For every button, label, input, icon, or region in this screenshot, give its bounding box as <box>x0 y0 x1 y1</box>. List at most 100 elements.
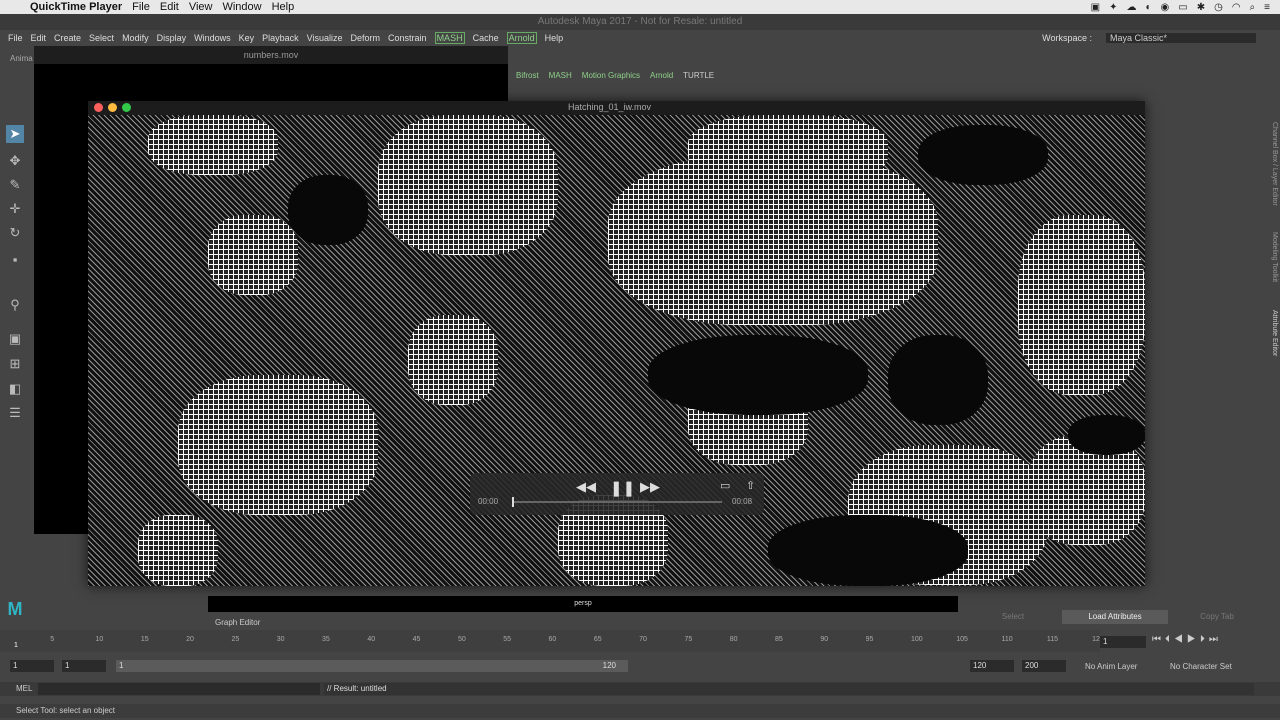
hatch-blob <box>378 115 558 255</box>
select-tool-icon[interactable]: ➤ <box>6 125 24 143</box>
shelf-tab-mash[interactable]: MASH <box>549 71 572 80</box>
outliner-icon[interactable]: ☰ <box>6 404 24 422</box>
paint-tool-icon[interactable]: ✎ <box>6 176 24 194</box>
scrub-handle[interactable] <box>512 497 514 507</box>
current-frame-field[interactable]: 1 <box>1100 636 1146 648</box>
playback-controller: ◀◀ ❚❚ ▶▶ ▭ ⇧ 00:00 00:08 <box>470 473 764 515</box>
hatch-blob <box>138 515 218 586</box>
timeline-tick-label: 30 <box>276 636 285 643</box>
side-tab-attribute-editor[interactable]: Attribute Editor <box>1271 310 1278 356</box>
app-menu[interactable]: QuickTime Player <box>30 1 122 13</box>
maya-menu-playback[interactable]: Playback <box>262 33 299 43</box>
toolbox: Anima ➤ ✥ ✎ ✛ ↻ ▪ ⚲ ▣ ⊞ ◧ ☰ M <box>0 54 33 620</box>
ae-load-attributes-button[interactable]: Load Attributes <box>1062 610 1168 624</box>
start-time-field[interactable]: 1 <box>10 660 54 672</box>
maya-menu-help[interactable]: Help <box>545 33 564 43</box>
maya-menu-cache[interactable]: Cache <box>473 33 499 43</box>
playback-end-field[interactable]: 120 <box>970 660 1014 672</box>
fast-forward-icon[interactable]: ▶▶ <box>640 479 660 495</box>
maya-menu-deform[interactable]: Deform <box>351 33 381 43</box>
shelf-tab-arnold[interactable]: Arnold <box>650 71 673 80</box>
side-tab-channel-box[interactable]: Channel Box / Layer Editor <box>1271 122 1278 206</box>
shelf-tab-bifrost[interactable]: Bifrost <box>516 71 539 80</box>
maya-menu-file[interactable]: File <box>8 33 23 43</box>
hatch-blob <box>208 215 298 295</box>
bluetooth-icon[interactable]: ✱ <box>1197 2 1205 13</box>
mel-input[interactable] <box>38 683 320 695</box>
maya-menu-display[interactable]: Display <box>157 33 187 43</box>
side-tab-modeling-toolkit[interactable]: Modeling Toolkit <box>1271 232 1278 282</box>
pause-icon[interactable]: ❚❚ <box>610 479 635 497</box>
mel-label[interactable]: MEL <box>16 684 32 693</box>
record-icon[interactable]: ◉ <box>1161 2 1170 13</box>
dark-region <box>288 175 368 245</box>
maya-menu-edit[interactable]: Edit <box>31 33 47 43</box>
playback-controls-icon[interactable]: ⏮⏴◀▶⏵⏭ <box>1152 634 1222 645</box>
layout-split-icon[interactable]: ◧ <box>6 380 24 398</box>
command-line: MEL // Result: untitled <box>0 682 1280 696</box>
layout-single-icon[interactable]: ▣ <box>6 330 24 348</box>
time-slider[interactable]: 1 5 10 15 20 25 30 35 40 45 50 55 60 65 70 75 80 85 90 95 1… <box>0 630 1104 652</box>
dropbox-icon[interactable]: ✦ <box>1109 2 1117 13</box>
maya-menu-constrain[interactable]: Constrain <box>388 33 427 43</box>
hatch-blob <box>148 115 278 175</box>
maya-menu-arnold[interactable]: Arnold <box>506 32 537 44</box>
shelf-tab-turtle[interactable]: TURTLE <box>683 71 714 80</box>
hatching-video-frame[interactable] <box>88 115 1145 586</box>
lasso-tool-icon[interactable]: ✥ <box>6 152 24 170</box>
zoom-icon[interactable] <box>122 103 131 112</box>
move-tool-icon[interactable]: ✛ <box>6 200 24 218</box>
dark-region <box>918 125 1048 185</box>
airplay-icon[interactable]: ▭ <box>720 479 730 492</box>
menu-view[interactable]: View <box>189 1 213 13</box>
hatch-blob <box>408 315 498 405</box>
end-time-field[interactable]: 200 <box>1022 660 1066 672</box>
rewind-icon[interactable]: ◀◀ <box>576 479 596 495</box>
manipulator-icon[interactable]: ⚲ <box>6 296 24 314</box>
timeline-tick-label: 65 <box>593 636 602 643</box>
scrub-bar[interactable] <box>512 497 722 507</box>
share-icon[interactable]: ⇧ <box>746 479 755 492</box>
wifi-icon[interactable]: ◠ <box>1232 2 1241 13</box>
anim-layer-dropdown[interactable]: No Anim Layer <box>1085 662 1137 671</box>
close-icon[interactable] <box>94 103 103 112</box>
character-set-dropdown[interactable]: No Character Set <box>1170 662 1232 671</box>
timeline-tick-label: 75 <box>684 636 693 643</box>
hatching-title-bar[interactable]: Hatching_01_iw.mov <box>88 101 1145 115</box>
maya-menu-create[interactable]: Create <box>54 33 81 43</box>
timeline-tick-label: 60 <box>548 636 557 643</box>
menu-edit[interactable]: Edit <box>160 1 179 13</box>
menu-icon[interactable]: ≡ <box>1264 2 1270 13</box>
ae-select-button[interactable]: Select <box>968 610 1058 624</box>
timeline-tick-label: 70 <box>639 636 647 643</box>
maya-menu-mash[interactable]: MASH <box>434 32 465 44</box>
menu-file[interactable]: File <box>132 1 150 13</box>
minimize-icon[interactable] <box>108 103 117 112</box>
timeline-tick-label: 85 <box>775 636 783 643</box>
timeline-tick-label: 35 <box>322 636 330 643</box>
shelf-tab-motion-graphics[interactable]: Motion Graphics <box>582 71 640 80</box>
playback-start-field[interactable]: 1 <box>62 660 106 672</box>
timeline-tick-label: 10 <box>95 636 104 643</box>
menu-help[interactable]: Help <box>272 1 295 13</box>
timeline-tick-label: 115 <box>1046 636 1058 643</box>
rotate-tool-icon[interactable]: ↻ <box>6 224 24 242</box>
maya-menu-windows[interactable]: Windows <box>194 33 231 43</box>
clock-icon[interactable]: ◷ <box>1214 2 1223 13</box>
workspace-dropdown[interactable]: Maya Classic* <box>1106 33 1256 43</box>
battery-icon[interactable]: ▭ <box>1178 2 1187 13</box>
graph-editor-label[interactable]: Graph Editor <box>215 618 260 627</box>
maya-menu-select[interactable]: Select <box>89 33 114 43</box>
cloud-icon[interactable]: ☁ <box>1126 2 1136 13</box>
menu-window[interactable]: Window <box>222 1 261 13</box>
maya-menu-visualize[interactable]: Visualize <box>307 33 343 43</box>
ae-copy-tab-button[interactable]: Copy Tab <box>1172 610 1262 624</box>
maya-menu-modify[interactable]: Modify <box>122 33 149 43</box>
maya-menu-key[interactable]: Key <box>239 33 255 43</box>
range-slider[interactable]: 1 120 <box>116 660 628 672</box>
search-icon[interactable]: ⌕ <box>1250 2 1256 13</box>
screen-icon[interactable]: ▣ <box>1091 2 1100 13</box>
volume-icon[interactable]: ◐ <box>1145 2 1151 13</box>
scale-tool-icon[interactable]: ▪ <box>6 250 24 268</box>
layout-four-icon[interactable]: ⊞ <box>6 355 24 373</box>
